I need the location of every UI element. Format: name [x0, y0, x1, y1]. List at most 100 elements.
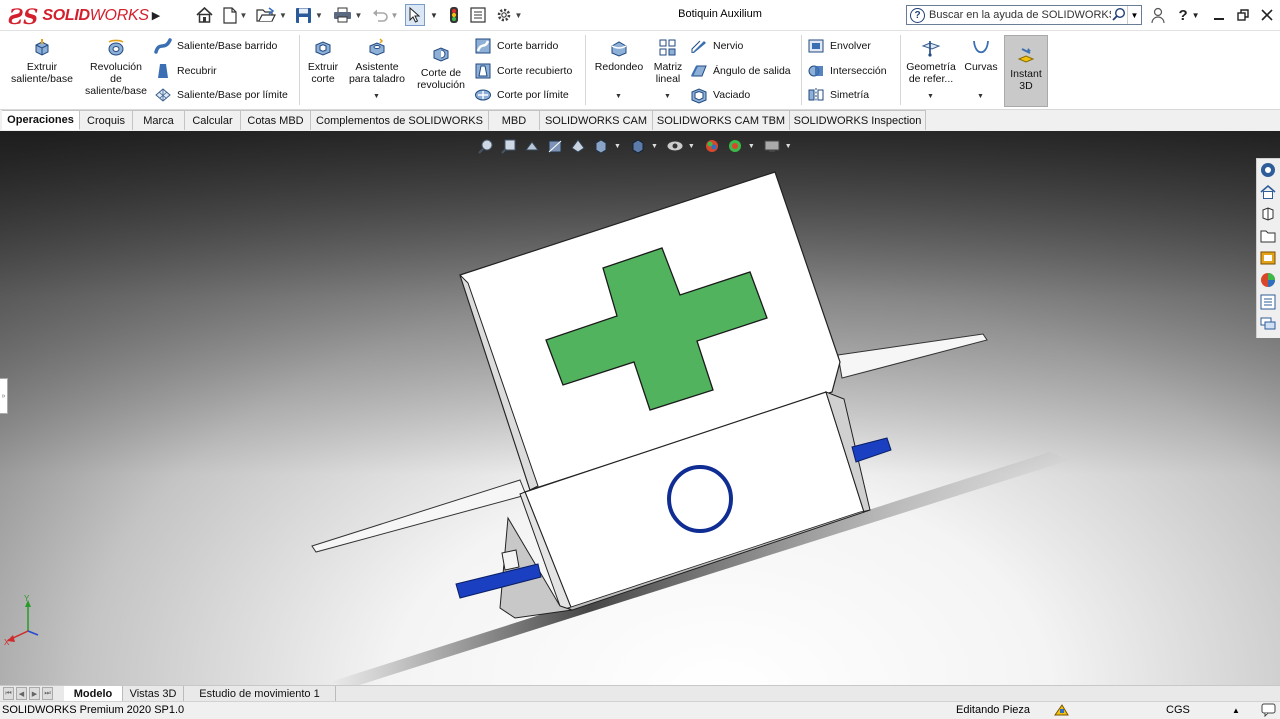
hide-show-items-icon[interactable]	[665, 136, 685, 156]
revolve-boss-button[interactable]: Revolución de saliente/base	[84, 37, 148, 97]
apply-scene-icon[interactable]	[725, 136, 745, 156]
forum-icon[interactable]	[1257, 313, 1279, 335]
draft-button[interactable]: Ángulo de salida	[690, 62, 791, 80]
select-pointer-icon[interactable]	[405, 4, 425, 26]
tab-solidworks-inspection[interactable]: SOLIDWORKS Inspection	[790, 110, 926, 130]
revolve-cut-button[interactable]: Corte de revolución	[414, 43, 468, 91]
section-view-icon[interactable]	[545, 136, 565, 156]
last-tab-arrow-icon[interactable]: ⏭	[42, 687, 53, 700]
graphics-area[interactable]: ⧉ ◫ ▁ ❐ ✕ ▼ ▼ ▼ ▼ ▼ »	[0, 131, 1280, 685]
help-search-box[interactable]: ? Buscar en la ayuda de SOLIDWORKS ▼	[906, 5, 1142, 25]
display-style-dropdown-icon[interactable]: ▼	[651, 143, 658, 150]
custom-properties-icon[interactable]	[1257, 291, 1279, 313]
linear-pattern-button[interactable]: Matriz lineal	[650, 37, 686, 85]
tab-calcular[interactable]: Calcular	[185, 110, 241, 130]
display-style-icon[interactable]	[628, 136, 648, 156]
fillet-dropdown-icon[interactable]: ▼	[615, 93, 622, 100]
tab-complementos[interactable]: Complementos de SOLIDWORKS	[311, 110, 489, 130]
first-tab-arrow-icon[interactable]: ⏮	[3, 687, 14, 700]
tab-estudio-movimiento[interactable]: Estudio de movimiento 1	[184, 686, 336, 701]
left-latch	[501, 549, 520, 571]
curves-button[interactable]: Curvas	[962, 37, 1000, 73]
tab-solidworks-cam[interactable]: SOLIDWORKS CAM	[540, 110, 653, 130]
reference-geometry-button[interactable]: Geometría de refer...	[904, 37, 958, 85]
zoom-to-area-icon[interactable]	[499, 136, 519, 156]
print-icon[interactable]: ▼	[331, 5, 364, 25]
solidworks-resources-icon[interactable]	[1257, 159, 1279, 181]
open-folder-icon[interactable]: ▼	[255, 5, 288, 25]
select-dropdown-icon[interactable]: ▼	[428, 5, 440, 25]
first-aid-box-model[interactable]	[0, 131, 1280, 685]
ribbon-separator	[299, 35, 300, 105]
appearances-icon[interactable]	[1257, 269, 1279, 291]
linear-pattern-dropdown-icon[interactable]: ▼	[664, 93, 671, 100]
file-properties-icon[interactable]	[468, 5, 488, 25]
units-dropdown-icon[interactable]: ▲	[1232, 706, 1240, 715]
extrude-cut-button[interactable]: Extruir corte	[304, 37, 342, 85]
help-search-input[interactable]: Buscar en la ayuda de SOLIDWORKS	[929, 9, 1111, 21]
hole-wizard-button[interactable]: Asistente para taladro	[346, 37, 408, 85]
new-document-icon[interactable]: ▼	[220, 5, 250, 25]
fillet-button[interactable]: Redondeo	[592, 37, 646, 73]
tab-croquis[interactable]: Croquis	[80, 110, 133, 130]
close-window-icon[interactable]	[1258, 5, 1276, 25]
search-icon[interactable]	[1111, 7, 1127, 24]
shell-button[interactable]: Vaciado	[690, 86, 750, 104]
tab-vistas-3d[interactable]: Vistas 3D	[123, 686, 184, 701]
search-dropdown-icon[interactable]: ▼	[1127, 6, 1141, 24]
tab-solidworks-cam-tbm[interactable]: SOLIDWORKS CAM TBM	[653, 110, 790, 130]
view-orientation-icon[interactable]	[591, 136, 611, 156]
hide-show-dropdown-icon[interactable]: ▼	[688, 143, 695, 150]
help-menu-icon[interactable]: ? ▼	[1176, 5, 1202, 25]
tab-marca[interactable]: Marca	[133, 110, 185, 130]
swept-cut-button[interactable]: Corte barrido	[474, 37, 558, 55]
apply-scene-dropdown-icon[interactable]: ▼	[748, 143, 755, 150]
home-icon[interactable]	[1257, 181, 1279, 203]
tab-modelo[interactable]: Modelo	[64, 686, 123, 701]
boundary-cut-button[interactable]: Corte por límite	[474, 86, 569, 104]
gear-icon[interactable]: ▼	[494, 5, 524, 25]
brand-suffix: WORKS	[89, 7, 149, 24]
quick-tips-icon[interactable]	[1261, 703, 1276, 719]
tab-operaciones[interactable]: Operaciones	[2, 110, 80, 130]
loft-boss-button[interactable]: Recubrir	[154, 62, 217, 80]
feature-manager-expand-handle[interactable]: »	[0, 378, 8, 414]
view-settings-icon[interactable]	[762, 136, 782, 156]
view-palette-icon[interactable]	[1257, 247, 1279, 269]
view-settings-dropdown-icon[interactable]: ▼	[785, 143, 792, 150]
solidworks-logo[interactable]: ƧS SOLIDWORKS	[8, 4, 149, 29]
view-orientation-dropdown-icon[interactable]: ▼	[614, 143, 621, 150]
instant3d-button[interactable]: Instant 3D	[1004, 35, 1048, 107]
edit-appearance-icon[interactable]	[702, 136, 722, 156]
undo-icon[interactable]: ▼	[369, 5, 401, 25]
zoom-to-fit-icon[interactable]	[476, 136, 496, 156]
swept-boss-button[interactable]: Saliente/Base barrido	[154, 37, 277, 55]
extrude-boss-button[interactable]: Extruir saliente/base	[8, 37, 76, 85]
previous-view-icon[interactable]	[522, 136, 542, 156]
rebuild-traffic-light-icon[interactable]	[446, 5, 462, 25]
save-icon[interactable]: ▼	[293, 5, 325, 25]
next-tab-arrow-icon[interactable]: ▶	[29, 687, 40, 700]
reference-geometry-dropdown-icon[interactable]: ▼	[927, 93, 934, 100]
unit-system-label[interactable]: CGS	[1166, 704, 1190, 716]
rib-button[interactable]: Nervio	[690, 37, 743, 55]
tab-mbd[interactable]: MBD	[489, 110, 540, 130]
wrap-button[interactable]: Envolver	[807, 37, 871, 55]
lofted-cut-button[interactable]: Corte recubierto	[474, 62, 572, 80]
dynamic-annotation-icon[interactable]	[568, 136, 588, 156]
previous-tab-arrow-icon[interactable]: ◀	[16, 687, 27, 700]
rebuild-status-icon[interactable]	[1054, 703, 1070, 719]
user-account-icon[interactable]	[1150, 5, 1166, 25]
mirror-button[interactable]: Simetría	[807, 86, 869, 104]
home-icon[interactable]	[193, 5, 215, 25]
restore-window-icon[interactable]	[1234, 5, 1252, 25]
menu-expand-arrow-icon[interactable]: ▶	[149, 5, 163, 25]
curves-dropdown-icon[interactable]: ▼	[977, 93, 984, 100]
minimize-window-icon[interactable]	[1210, 5, 1228, 25]
design-library-icon[interactable]	[1257, 203, 1279, 225]
boundary-boss-button[interactable]: Saliente/Base por límite	[154, 86, 288, 104]
hole-wizard-dropdown-icon[interactable]: ▼	[373, 93, 380, 100]
intersect-button[interactable]: Intersección	[807, 62, 887, 80]
file-explorer-icon[interactable]	[1257, 225, 1279, 247]
tab-cotas-mbd[interactable]: Cotas MBD	[241, 110, 311, 130]
